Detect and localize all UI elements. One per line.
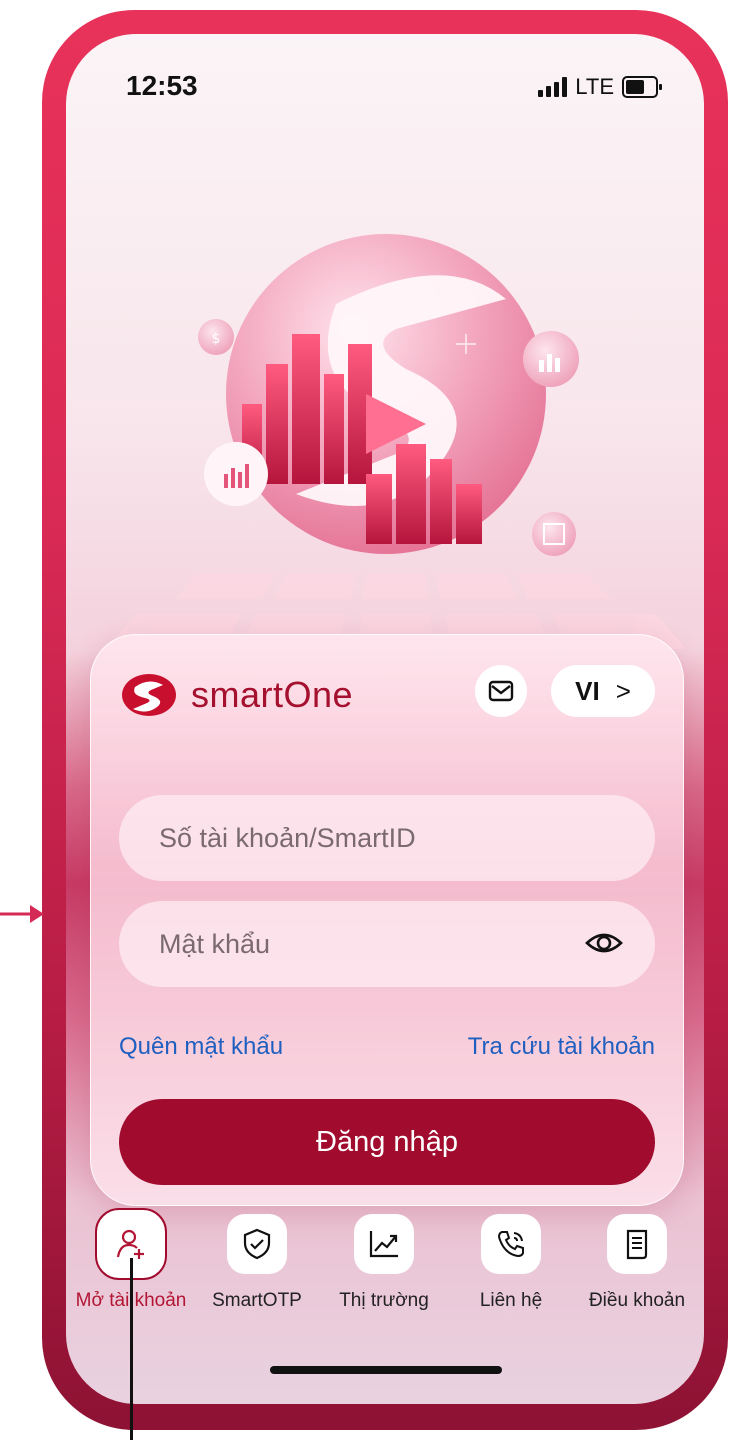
svg-text:$: $: [212, 331, 221, 347]
phone-call-icon: [481, 1214, 541, 1274]
home-indicator[interactable]: [270, 1366, 502, 1374]
password-input[interactable]: Mật khẩu: [119, 901, 655, 987]
brand-logo: smartOne: [121, 673, 353, 717]
account-input[interactable]: Số tài khoản/SmartID: [119, 795, 655, 881]
language-selector[interactable]: VI >: [551, 665, 655, 717]
chevron-right-icon: >: [615, 675, 631, 706]
login-card: smartOne VI > Số tài khoản/SmartID Mật k…: [90, 634, 684, 1206]
network-label: LTE: [575, 74, 614, 99]
nav-item-market[interactable]: Thị trường: [319, 1214, 449, 1312]
bottom-nav: Mở tài khoản SmartOTP Thị trường Liên hệ…: [66, 1208, 704, 1324]
mail-icon: [488, 680, 514, 702]
account-placeholder: Số tài khoản/SmartID: [159, 822, 416, 853]
pointer-line: [130, 1258, 133, 1440]
account-lookup-link[interactable]: Tra cứu tài khoản: [468, 1033, 655, 1061]
app-screen: 12:53 LTE $ smartOne VI > Số tài khoản/S…: [66, 34, 704, 1404]
mail-button[interactable]: [475, 665, 527, 717]
language-label: VI: [575, 675, 600, 706]
show-password-icon[interactable]: [585, 927, 623, 959]
nav-label-contact: Liên hệ: [479, 1290, 543, 1311]
forgot-password-link[interactable]: Quên mật khẩu: [119, 1033, 283, 1061]
status-indicators: LTE: [538, 74, 662, 100]
shield-check-icon: [227, 1214, 287, 1274]
smartone-logo-icon: [122, 674, 176, 716]
nav-label-smartotp: SmartOTP: [212, 1290, 302, 1311]
brand-name: smartOne: [191, 674, 354, 715]
document-icon: [607, 1214, 667, 1274]
status-time: 12:53: [126, 70, 198, 101]
nav-item-smartotp[interactable]: SmartOTP: [192, 1214, 322, 1312]
nav-label-market: Thị trường: [339, 1290, 429, 1311]
password-placeholder: Mật khẩu: [159, 928, 271, 959]
battery-icon: [622, 76, 662, 98]
chart-trend-icon: [354, 1214, 414, 1274]
nav-item-terms[interactable]: Điều khoản: [572, 1214, 702, 1312]
signal-icon: [538, 77, 568, 97]
nav-item-contact[interactable]: Liên hệ: [446, 1214, 576, 1312]
hero-illustration: $: [106, 234, 686, 649]
login-button[interactable]: Đăng nhập: [119, 1099, 655, 1185]
arrow-icon: [0, 905, 44, 923]
nav-label-terms: Điều khoản: [588, 1290, 686, 1311]
